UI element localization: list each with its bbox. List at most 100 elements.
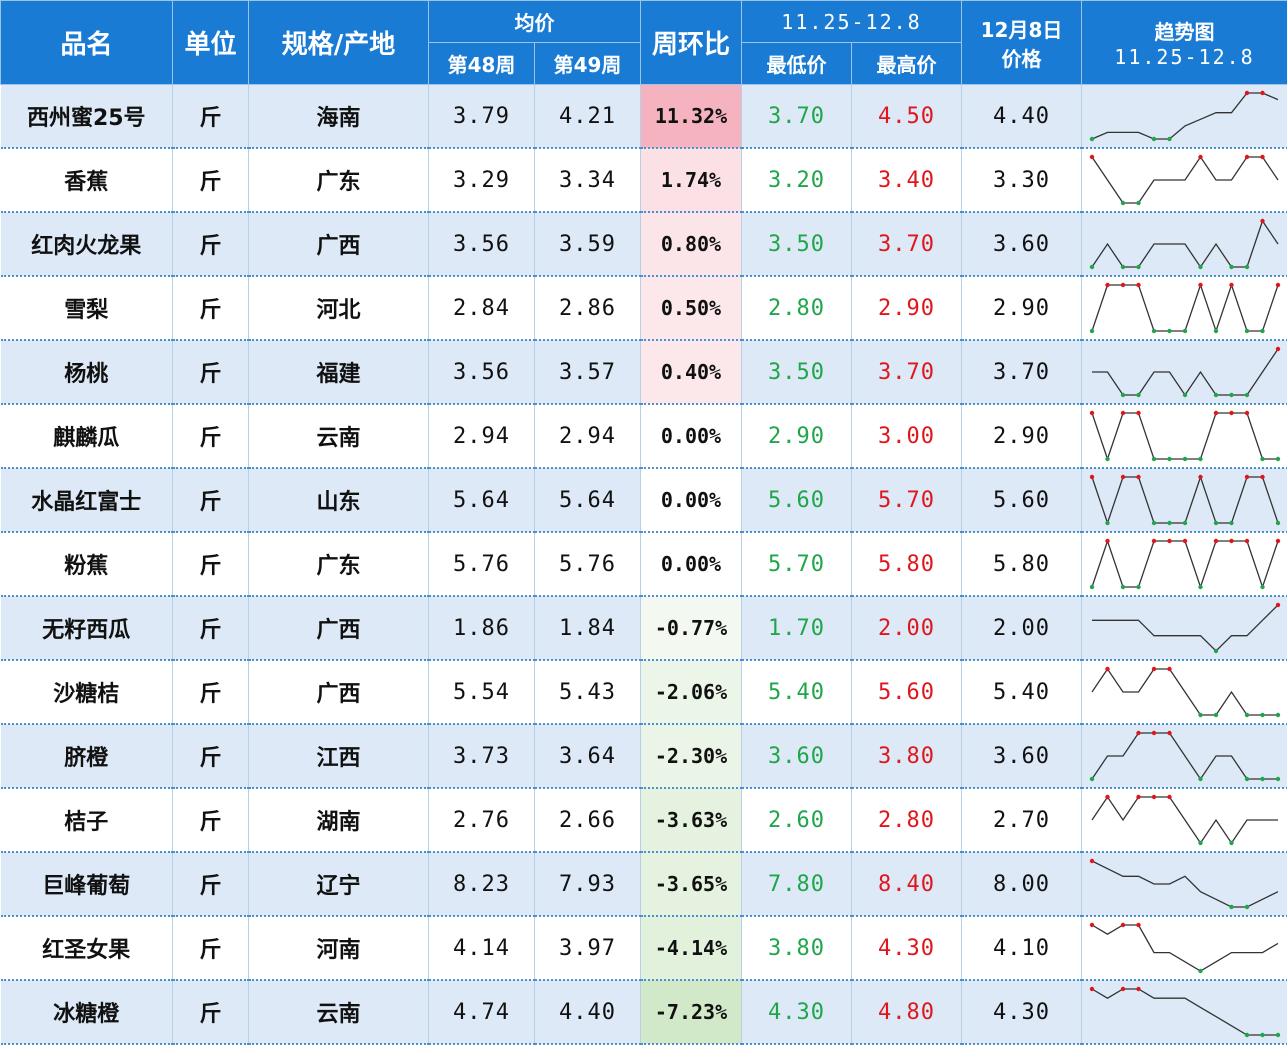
sparkline-min-point xyxy=(1244,264,1250,270)
origin: 广西 xyxy=(248,596,429,661)
sparkline-min-point xyxy=(1151,456,1157,462)
sparkline-svg xyxy=(1089,858,1279,910)
origin: 广西 xyxy=(248,212,429,277)
sparkline-min-point xyxy=(1260,584,1265,590)
sparkline-min-point xyxy=(1167,328,1172,334)
table-row: 粉蕉斤广东 5.76 5.76 0.00% 5.70 5.80 5.80 xyxy=(0,532,1287,597)
unit: 斤 xyxy=(172,596,249,661)
low-price: 2.60 xyxy=(741,788,852,853)
product-name: 雪梨 xyxy=(0,276,173,341)
origin: 河北 xyxy=(248,276,429,341)
sparkline-path xyxy=(1091,155,1279,204)
week49-avg: 3.64 xyxy=(534,724,641,789)
unit: 斤 xyxy=(172,84,249,149)
sparkline-max-point xyxy=(1136,410,1141,416)
sparkline-path xyxy=(1091,667,1279,716)
sparkline-min-point xyxy=(1151,328,1157,334)
sparkline-svg xyxy=(1089,90,1279,142)
origin: 云南 xyxy=(248,980,429,1045)
sparkline-max-point xyxy=(1120,474,1126,480)
sparkline-min-point xyxy=(1260,328,1265,334)
week48-avg: 4.14 xyxy=(428,916,535,981)
sparkline-max-point xyxy=(1244,474,1250,480)
week49-avg: 3.97 xyxy=(534,916,641,981)
sparkline-max-point xyxy=(1167,730,1172,736)
unit: 斤 xyxy=(172,532,249,597)
sparkline-max-point xyxy=(1275,346,1281,352)
sparkline-max-point xyxy=(1136,986,1141,992)
header-price: 12月8日 价格 xyxy=(961,0,1083,85)
table-row: 麒麟瓜斤云南 2.94 2.94 0.00% 2.90 3.00 2.90 xyxy=(0,404,1287,469)
sparkline-min-point xyxy=(1151,136,1157,142)
sparkline-min-point xyxy=(1260,1032,1265,1038)
sparkline-max-point xyxy=(1182,538,1188,544)
sparkline-min-point xyxy=(1244,712,1250,718)
trend-sparkline xyxy=(1081,276,1287,341)
sparkline-min-point xyxy=(1105,456,1110,462)
product-name: 杨桃 xyxy=(0,340,173,405)
dec8-price: 4.40 xyxy=(961,84,1083,149)
sparkline-max-point xyxy=(1198,474,1203,480)
sparkline-min-point xyxy=(1151,520,1157,526)
sparkline-path xyxy=(1091,924,1279,972)
unit: 斤 xyxy=(172,468,249,533)
header-range: 11.25-12.8 xyxy=(740,0,963,43)
low-price: 4.30 xyxy=(741,980,852,1045)
sparkline-max-point xyxy=(1198,154,1203,160)
sparkline-min-point xyxy=(1167,456,1172,462)
origin: 山东 xyxy=(248,468,429,533)
origin: 海南 xyxy=(248,84,429,149)
sparkline-max-point xyxy=(1089,154,1095,160)
sparkline-svg xyxy=(1092,346,1281,398)
table-row: 脐橙斤江西 3.73 3.64 -2.30% 3.60 3.80 3.60 xyxy=(0,724,1287,789)
sparkline-max-point xyxy=(1105,666,1110,672)
table-row: 水晶红富士斤山东 5.64 5.64 0.00% 5.60 5.70 5.60 xyxy=(0,468,1287,533)
sparkline-min-point xyxy=(1182,392,1188,398)
sparkline-svg xyxy=(1089,730,1281,782)
sparkline-min-point xyxy=(1089,328,1095,334)
product-name: 红肉火龙果 xyxy=(0,212,173,277)
low-price: 3.50 xyxy=(741,340,852,405)
week49-avg: 4.40 xyxy=(534,980,641,1045)
sparkline-svg xyxy=(1089,154,1279,206)
sparkline-svg xyxy=(1089,538,1281,590)
sparkline-max-point xyxy=(1151,666,1157,672)
header-origin: 规格/产地 xyxy=(248,0,429,85)
high-price: 2.80 xyxy=(851,788,963,853)
sparkline-svg xyxy=(1089,922,1279,974)
trend-sparkline xyxy=(1081,532,1287,597)
sparkline-min-point xyxy=(1275,712,1281,718)
high-price: 2.90 xyxy=(851,276,963,341)
low-price: 2.90 xyxy=(741,404,852,469)
sparkline-min-point xyxy=(1089,584,1095,590)
header-unit: 单位 xyxy=(172,0,249,85)
sparkline-max-point xyxy=(1244,410,1250,416)
sparkline-min-point xyxy=(1244,392,1250,398)
trend-sparkline xyxy=(1081,788,1287,853)
sparkline-min-point xyxy=(1198,968,1203,974)
sparkline-min-point xyxy=(1213,712,1219,718)
sparkline-min-point xyxy=(1198,776,1203,782)
week48-avg: 3.79 xyxy=(428,84,535,149)
week48-avg: 5.76 xyxy=(428,532,535,597)
sparkline-max-point xyxy=(1229,282,1234,288)
sparkline-min-point xyxy=(1089,264,1095,270)
header-week48: 第48周 xyxy=(428,42,535,85)
origin: 湖南 xyxy=(248,788,429,853)
trend-sparkline xyxy=(1081,916,1287,981)
table-row: 西州蜜25号斤海南 3.79 4.21 11.32% 3.70 4.50 4.40 xyxy=(0,84,1287,149)
sparkline-min-point xyxy=(1213,520,1219,526)
trend-sparkline xyxy=(1081,404,1287,469)
wow-change: 11.32% xyxy=(640,84,742,149)
origin: 云南 xyxy=(248,404,429,469)
header-trend: 趋势图 11.25-12.8 xyxy=(1081,0,1287,85)
header-week49: 第49周 xyxy=(534,42,641,85)
wow-change: 0.00% xyxy=(640,468,742,533)
high-price: 3.70 xyxy=(851,212,963,277)
sparkline-svg xyxy=(1091,794,1279,846)
sparkline-svg xyxy=(1089,474,1281,526)
product-name: 西州蜜25号 xyxy=(0,84,173,149)
trend-sparkline xyxy=(1081,724,1287,789)
high-price: 2.00 xyxy=(851,596,963,661)
sparkline-max-point xyxy=(1260,154,1265,160)
